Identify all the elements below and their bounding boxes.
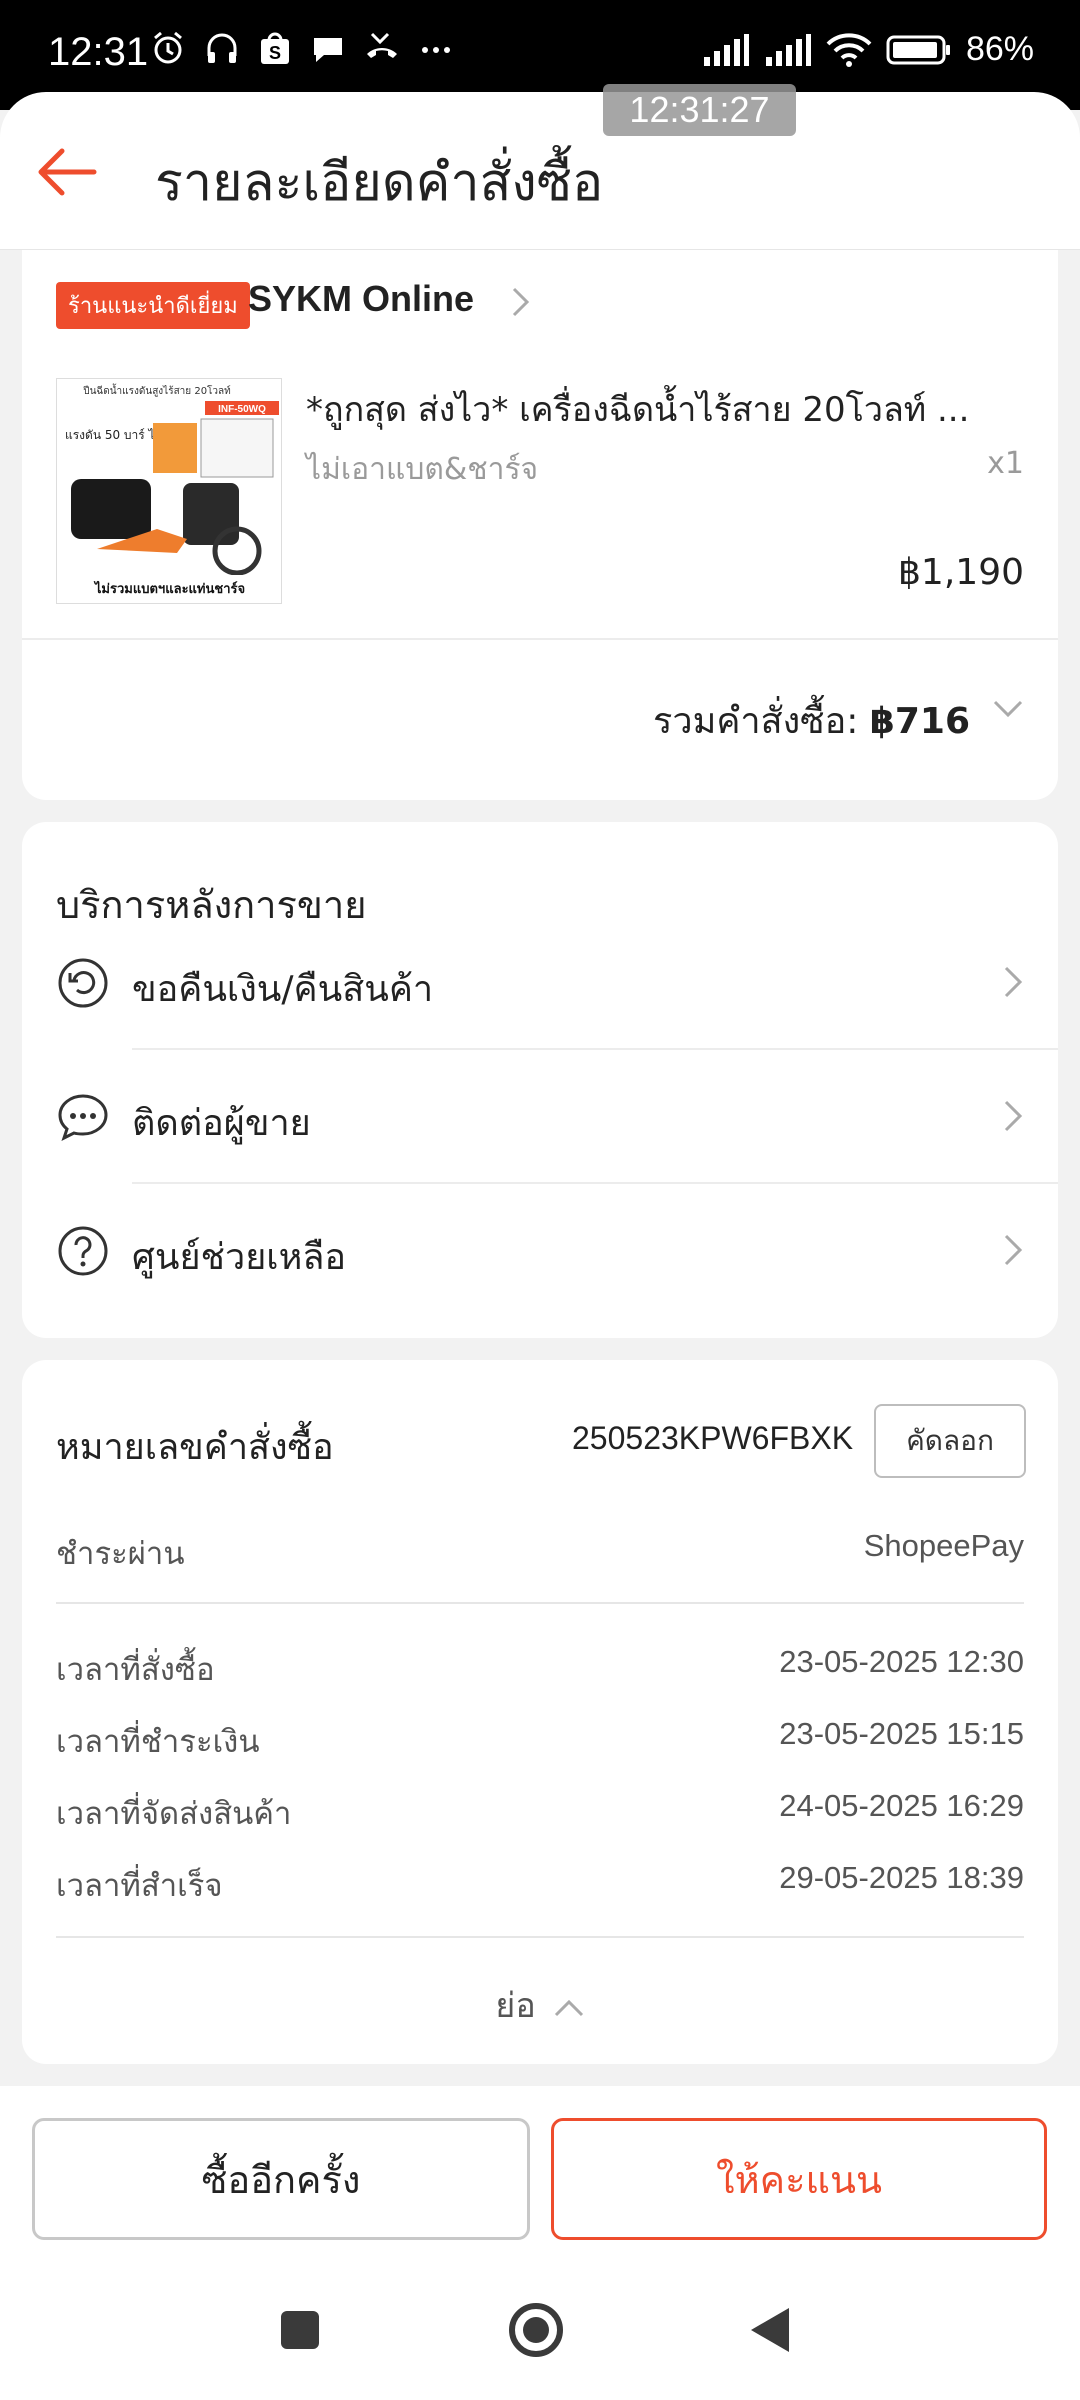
square-icon (281, 2311, 319, 2349)
battery-icon (886, 35, 950, 64)
shopee-bag-icon: S (261, 32, 289, 64)
payment-method-value: ShopeePay (863, 1528, 1024, 1563)
missed-call-icon (367, 32, 397, 58)
copy-order-number-button[interactable]: คัดลอก (874, 1404, 1026, 1478)
payment-time-value: 23-05-2025 15:15 (779, 1716, 1024, 1751)
signal-icon-2 (765, 33, 811, 66)
app-header: รายละเอียดคำสั่งซื้อ (0, 92, 1080, 250)
bottom-action-bar: ซื้ออีกครั้ง ให้คะแนน (0, 2086, 1080, 2260)
product-thumbnail[interactable]: ปืนฉีดน้ำแรงดันสูงไร้สาย 20โวลท์ INF-50W… (56, 378, 282, 604)
back-button[interactable] (734, 2294, 806, 2366)
chevron-down-icon[interactable] (992, 698, 1024, 720)
after-sales-card: บริการหลังการขาย ขอคืนเงิน/คืนสินค้า ติด… (22, 822, 1058, 1338)
divider (22, 638, 1058, 640)
signal-icon (703, 33, 749, 66)
arrow-left-icon[interactable] (32, 137, 102, 207)
service-item-label: ติดต่อผู้ขาย (132, 1103, 311, 1144)
collapse-toggle[interactable]: ย่อ (22, 1978, 1058, 2032)
service-item-label: ศูนย์ช่วยเหลือ (132, 1237, 347, 1278)
home-button[interactable] (500, 2294, 572, 2366)
divider (56, 1936, 1024, 1938)
order-total-value: ฿716 (869, 701, 970, 742)
order-total[interactable]: รวมคำสั่งซื้อ: ฿716 (653, 692, 970, 749)
chevron-right-icon (1004, 1100, 1023, 1132)
product-variant: ไม่เอาแบต&ชาร์จ (306, 452, 539, 487)
payment-time-label: เวลาที่ชำระเงิน (56, 1724, 260, 1760)
order-time-value: 23-05-2025 12:30 (779, 1644, 1024, 1679)
chevron-up-icon (554, 1999, 583, 2016)
order-number-label: หมายเลขคำสั่งซื้อ (56, 1427, 334, 1468)
system-nav-bar (0, 2260, 1080, 2400)
recents-button[interactable] (264, 2294, 336, 2366)
screenshot-time-overlay: 12:31:27 (603, 84, 796, 136)
service-item-help-center[interactable]: ศูนย์ช่วยเหลือ (22, 1184, 1058, 1318)
chevron-right-icon (1004, 966, 1023, 998)
service-item-refund[interactable]: ขอคืนเงิน/คืนสินค้า (22, 916, 1058, 1050)
ship-time-label: เวลาที่จัดส่งสินค้า (56, 1796, 292, 1832)
chat-icon (58, 1094, 108, 1141)
thumb-top-text: ปืนฉีดน้ำแรงดันสูงไร้สาย 20โวลท์ (83, 383, 231, 397)
order-total-label: รวมคำสั่งซื้อ: (653, 701, 859, 742)
divider (56, 1602, 1024, 1604)
help-icon (58, 1226, 108, 1276)
buy-again-button[interactable]: ซื้ออีกครั้ง (32, 2118, 530, 2240)
product-title[interactable]: *ถูกสุด ส่งไว* เครื่องฉีดน้ำไร้สาย 20โวล… (306, 382, 1026, 436)
message-icon (314, 38, 342, 62)
preferred-shop-badge: ร้านแนะนำดีเยี่ยม (56, 282, 250, 329)
service-item-contact-seller[interactable]: ติดต่อผู้ขาย (22, 1050, 1058, 1184)
product-quantity: x1 (987, 446, 1024, 481)
complete-time-value: 29-05-2025 18:39 (779, 1860, 1024, 1895)
thumb-bottom-text: ไม่รวมแบตฯและแท่นชาร์จ (93, 580, 245, 597)
return-icon (58, 958, 108, 1008)
collapse-label: ย่อ (495, 1986, 536, 2026)
triangle-back-icon (751, 2308, 789, 2352)
service-item-label: ขอคืนเงิน/คืนสินค้า (132, 969, 434, 1010)
home-circle-icon (509, 2303, 563, 2357)
order-info-card: หมายเลขคำสั่งซื้อ 250523KPW6FBXK คัดลอก … (22, 1360, 1058, 2064)
alarm-icon (154, 31, 182, 64)
status-notification-icons: S (150, 30, 454, 66)
wifi-icon (826, 32, 872, 67)
product-card: ร้านแนะนำดีเยี่ยม SYKM Online ปืนฉีดน้ำแ… (22, 250, 1058, 800)
product-price: ฿1,190 (898, 552, 1024, 593)
ship-time-value: 24-05-2025 16:29 (779, 1788, 1024, 1823)
rate-button[interactable]: ให้คะแนน (551, 2118, 1047, 2240)
status-time: 12:31 (48, 30, 149, 74)
chevron-right-icon (1004, 1234, 1023, 1266)
headphones-icon (207, 33, 237, 63)
order-time-label: เวลาที่สั่งซื้อ (56, 1652, 215, 1688)
thumb-model-text: INF-50WQ (218, 404, 266, 415)
chevron-right-icon[interactable] (510, 286, 532, 318)
shop-name[interactable]: SYKM Online (248, 278, 474, 320)
page-title: รายละเอียดคำสั่งซื้อ (155, 153, 604, 213)
more-icon (422, 47, 450, 53)
payment-method-label: ชำระผ่าน (56, 1536, 185, 1572)
complete-time-label: เวลาที่สำเร็จ (56, 1868, 223, 1904)
status-system-icons: 86% (702, 30, 1034, 69)
battery-percent: 86% (965, 30, 1034, 68)
svg-text:S: S (269, 43, 281, 63)
order-number-value: 250523KPW6FBXK (572, 1420, 854, 1456)
